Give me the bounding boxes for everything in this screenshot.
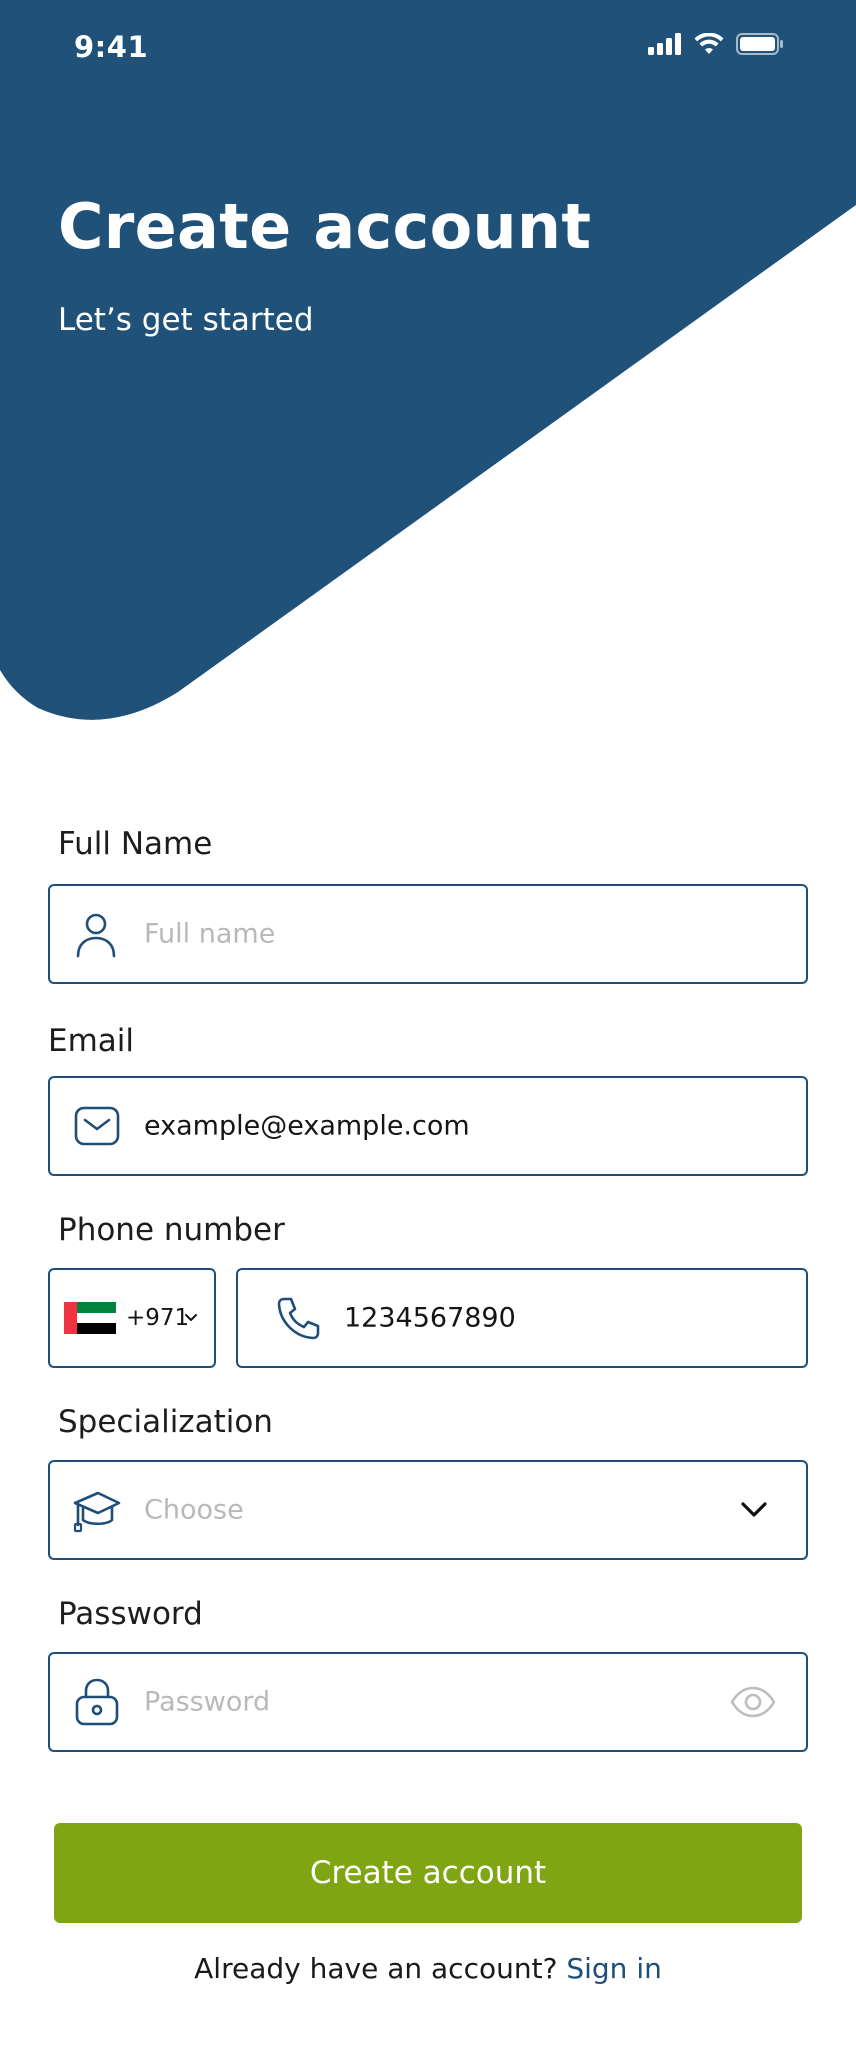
signal-icon [648,33,682,59]
specialization-label: Specialization [58,1404,273,1440]
country-code-value: +971 [126,1305,190,1331]
graduation-cap-icon [72,1487,122,1533]
full-name-placeholder: Full name [144,918,276,950]
header-background [0,0,856,740]
page-subtitle: Let’s get started [58,302,314,338]
chevron-down-icon [184,1313,198,1323]
specialization-select[interactable]: Choose [48,1460,808,1560]
status-bar: 9:41 [0,0,856,94]
country-code-select[interactable]: +971 [48,1268,216,1368]
full-name-field[interactable]: Full name [48,884,808,984]
battery-icon [736,33,784,59]
signin-prompt-text: Already have an account? [194,1952,558,1985]
mail-icon [74,1106,120,1146]
eye-icon[interactable] [730,1685,776,1719]
phone-label: Phone number [58,1212,285,1248]
create-account-button[interactable]: Create account [54,1823,802,1923]
email-field[interactable]: example@example.com [48,1076,808,1176]
signin-link[interactable]: Sign in [566,1952,662,1985]
email-value: example@example.com [144,1110,470,1142]
status-icons [648,32,784,59]
chevron-down-icon[interactable] [740,1501,768,1519]
email-label: Email [48,1023,135,1059]
uae-flag-icon [64,1302,116,1334]
signin-prompt-line: Already have an account? Sign in [0,1952,856,1985]
lock-icon [74,1678,120,1726]
wifi-icon [694,32,724,59]
specialization-placeholder: Choose [144,1494,244,1526]
password-field[interactable]: Password [48,1652,808,1752]
password-placeholder: Password [144,1686,271,1718]
status-time: 9:41 [74,30,149,64]
phone-icon [276,1295,322,1341]
phone-field[interactable]: 1234567890 [236,1268,808,1368]
full-name-label: Full Name [58,826,213,862]
password-label: Password [58,1596,203,1632]
user-icon [74,910,118,958]
phone-value: 1234567890 [344,1302,516,1334]
page-title: Create account [58,190,592,263]
